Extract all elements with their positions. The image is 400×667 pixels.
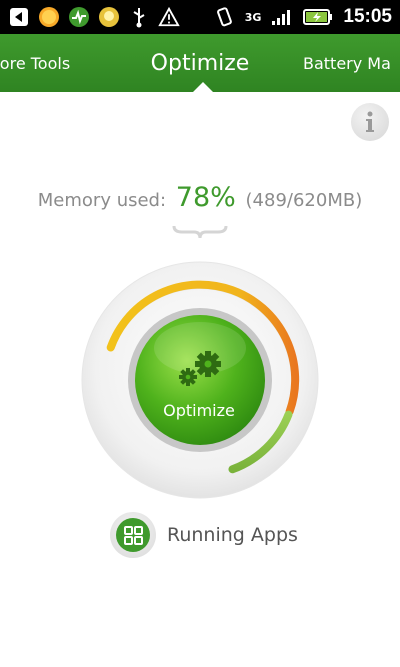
sun-icon [38, 6, 60, 28]
signal-icon [271, 6, 293, 28]
tab-more-tools[interactable]: More Tools [0, 34, 80, 92]
grid-apps-icon [116, 518, 150, 552]
usb-icon [128, 6, 150, 28]
info-icon [366, 111, 374, 132]
tab-battery-manager[interactable]: Battery Ma [303, 34, 391, 92]
battery-charging-icon [303, 6, 333, 28]
memory-usage: Memory used: 78% (489/620MB) [0, 182, 400, 213]
bulb-icon [98, 6, 120, 28]
vibrate-icon [213, 6, 235, 28]
brace-icon [172, 225, 228, 239]
status-bar: 3G 15:05 [0, 0, 400, 34]
memory-detail: (489/620MB) [245, 190, 363, 211]
running-apps-button[interactable] [110, 512, 156, 558]
network-type: 3G [244, 10, 262, 24]
info-button[interactable] [351, 103, 389, 141]
warning-icon [158, 6, 180, 28]
memory-percent: 78% [175, 182, 236, 213]
running-apps-label[interactable]: Running Apps [167, 524, 298, 546]
memory-label: Memory used: [37, 190, 167, 211]
activity-chat-icon [68, 6, 90, 28]
clock: 15:05 [343, 6, 392, 27]
optimize-button[interactable] [134, 313, 264, 443]
back-icon [8, 6, 30, 28]
optimize-button-label: Optimize [163, 401, 235, 420]
active-tab-indicator [193, 82, 213, 92]
